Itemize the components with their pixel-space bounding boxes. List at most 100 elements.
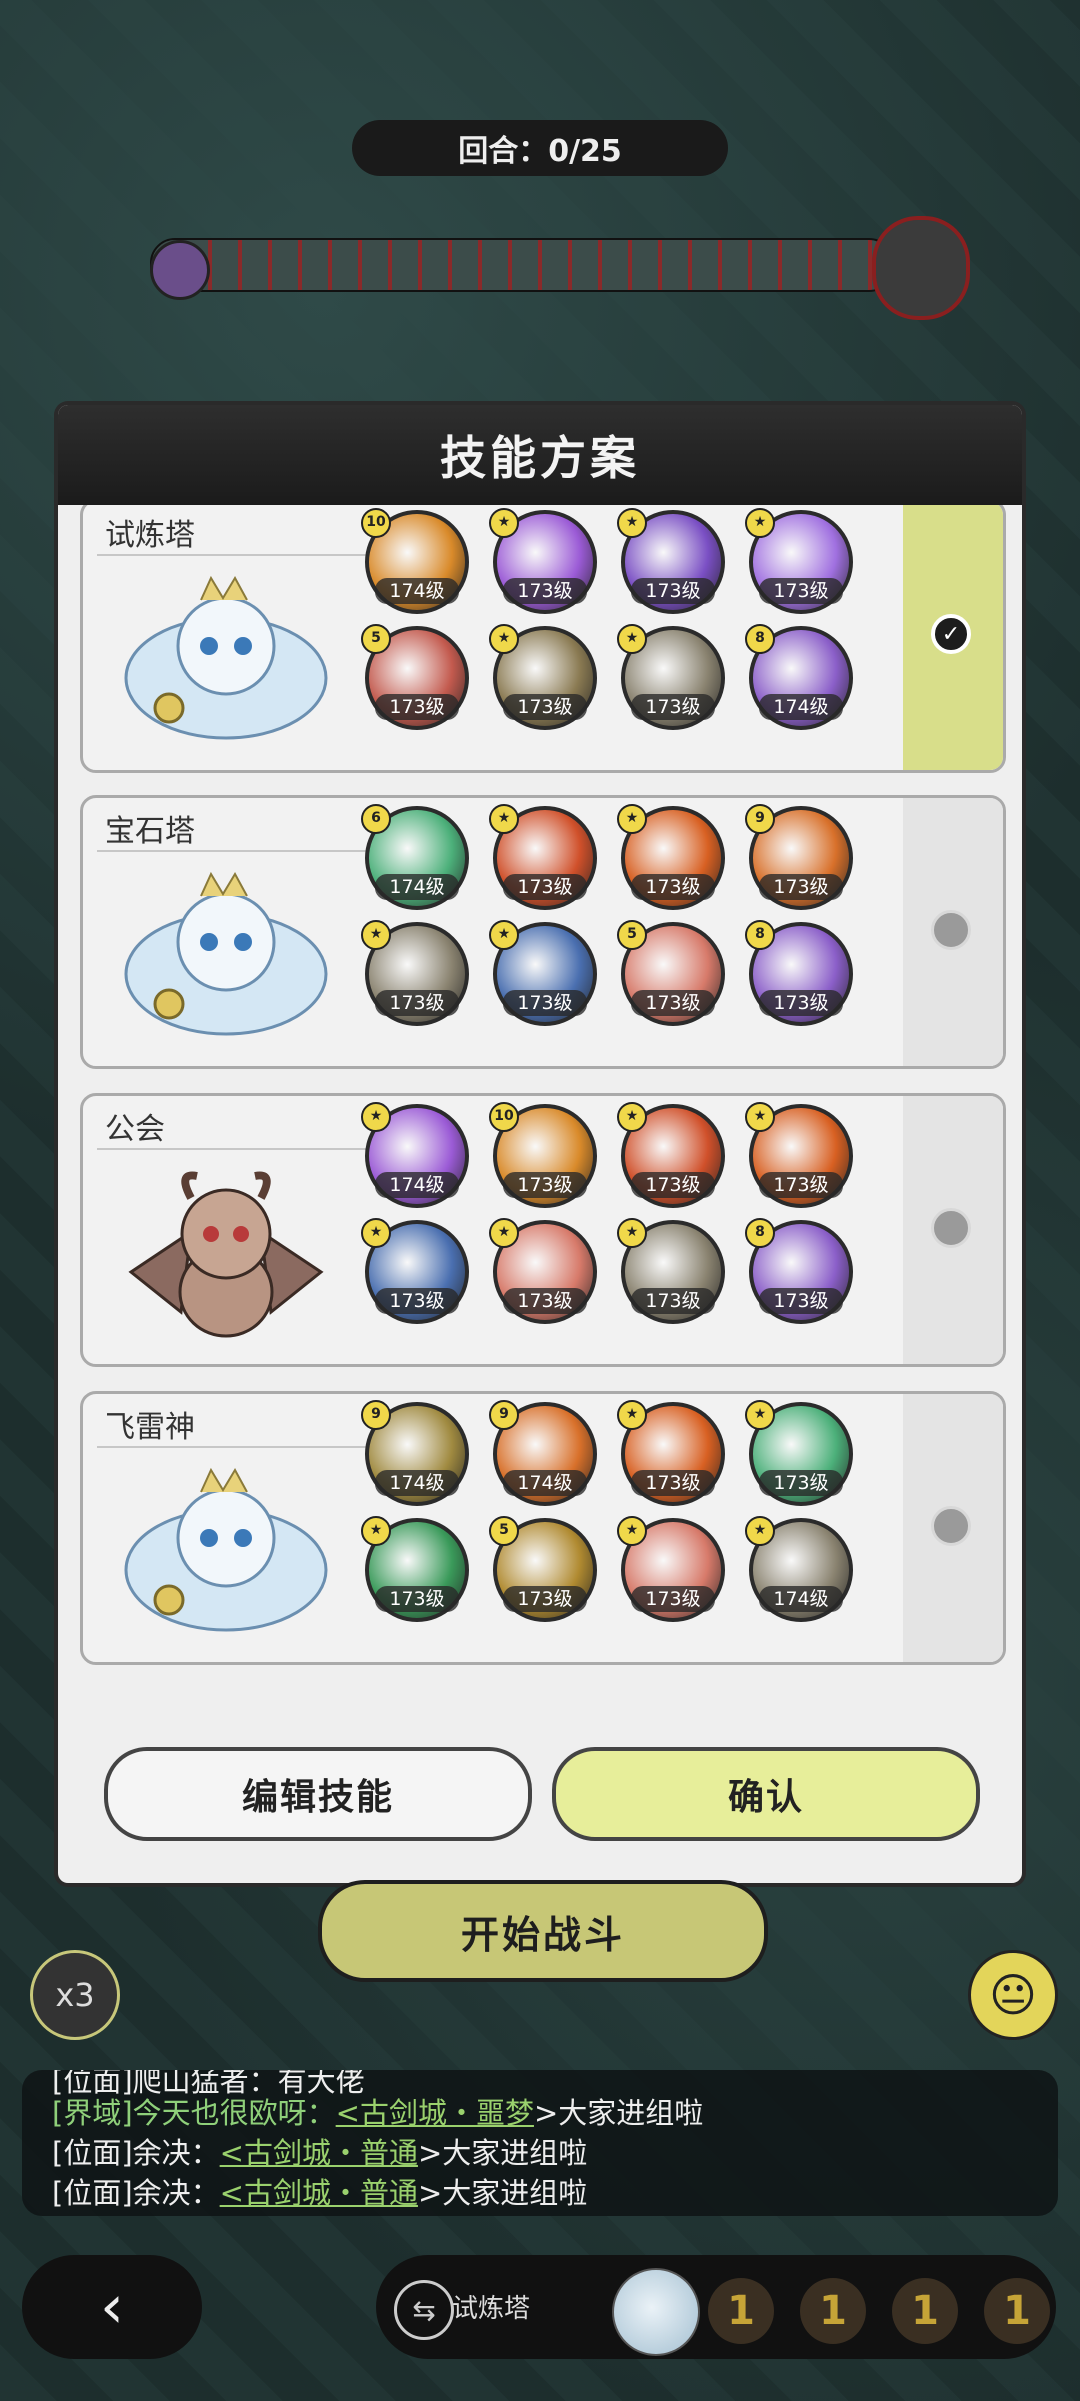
star-badge-icon: ★ bbox=[489, 508, 519, 538]
select-panel[interactable]: ✓ bbox=[903, 505, 1003, 770]
skill-icon[interactable]: 6 174级 bbox=[361, 804, 469, 910]
star-badge-icon: ★ bbox=[489, 624, 519, 654]
swap-icon[interactable]: ⇆ bbox=[394, 2280, 454, 2340]
skill-icon[interactable]: 8 173级 bbox=[745, 920, 853, 1026]
skill-level: 173级 bbox=[503, 578, 587, 604]
boss-icon bbox=[872, 216, 970, 320]
star-badge-icon: ★ bbox=[489, 804, 519, 834]
plan-card[interactable]: 宝石塔 6 174级 ★ 173级 ★ 173级 9 173级 ★ 173级 ★ 173级 5 173级 8… bbox=[80, 795, 1006, 1069]
start-battle-button[interactable]: 开始战斗 bbox=[318, 1880, 768, 1982]
skill-icon[interactable]: ★ 173级 bbox=[489, 804, 597, 910]
skill-icon[interactable]: 5 173级 bbox=[361, 624, 469, 730]
team-slot[interactable]: 1 bbox=[800, 2278, 866, 2344]
team-slot[interactable]: 1 bbox=[984, 2278, 1050, 2344]
skill-level: 173级 bbox=[503, 694, 587, 720]
radio-button[interactable] bbox=[931, 1506, 971, 1546]
skill-icon[interactable]: 5 173级 bbox=[617, 920, 725, 1026]
skill-icon[interactable]: 8 173级 bbox=[745, 1218, 853, 1324]
skill-icon[interactable]: 8 174级 bbox=[745, 624, 853, 730]
skill-icon[interactable]: ★ 173级 bbox=[617, 508, 725, 614]
skill-level: 173级 bbox=[631, 1586, 715, 1612]
skill-plan-dialog: 技能方案 试炼塔 ✓ 10 174级 ★ 173级 ★ 173级 ★ 173级 5 173级 ★ 17… bbox=[58, 405, 1022, 1883]
skill-icon[interactable]: ★ 173级 bbox=[745, 508, 853, 614]
skill-icon[interactable]: ★ 173级 bbox=[745, 1102, 853, 1208]
chat-line: [位面]余决：<古剑城・普通>大家进组啦 bbox=[52, 2176, 588, 2210]
skill-level: 173级 bbox=[503, 874, 587, 900]
plan-name: 宝石塔 bbox=[105, 814, 195, 849]
star-badge-icon: ★ bbox=[745, 1102, 775, 1132]
dungeon-link[interactable]: <古剑城・普通 bbox=[220, 2136, 418, 2170]
brown-dragon-avatar bbox=[128, 1171, 324, 1338]
white-dragon-avatar bbox=[124, 1467, 328, 1632]
skill-icon[interactable]: 5 173级 bbox=[489, 1516, 597, 1622]
star-badge-icon: ★ bbox=[489, 1218, 519, 1248]
skill-icon[interactable]: 10 173级 bbox=[489, 1102, 597, 1208]
skill-level: 174级 bbox=[503, 1470, 587, 1496]
skill-icon[interactable]: ★ 173级 bbox=[361, 1516, 469, 1622]
speed-button[interactable]: x3 bbox=[30, 1950, 120, 2040]
dungeon-link[interactable]: <古剑城・噩梦 bbox=[336, 2096, 534, 2130]
skill-icon[interactable]: ★ 173级 bbox=[489, 920, 597, 1026]
skill-icon[interactable]: ★ 173级 bbox=[617, 624, 725, 730]
skill-icon[interactable]: 10 174级 bbox=[361, 508, 469, 614]
skill-icon[interactable]: ★ 173级 bbox=[489, 624, 597, 730]
skill-icon[interactable]: ★ 174级 bbox=[361, 1102, 469, 1208]
team-slot[interactable]: 1 bbox=[708, 2278, 774, 2344]
dungeon-link[interactable]: <古剑城・普通 bbox=[220, 2176, 418, 2210]
confirm-button[interactable]: 确认 bbox=[552, 1747, 980, 1841]
skill-icon[interactable]: ★ 173级 bbox=[617, 1400, 725, 1506]
skill-icon[interactable]: ★ 173级 bbox=[617, 1102, 725, 1208]
round-counter: 回合：0/25 bbox=[352, 120, 728, 176]
skill-level: 174级 bbox=[375, 1172, 459, 1198]
star-badge-icon: 8 bbox=[745, 624, 775, 654]
back-arrow-icon[interactable]: ‹ bbox=[22, 2255, 202, 2359]
star-badge-icon: 9 bbox=[489, 1400, 519, 1430]
radio-button[interactable] bbox=[931, 910, 971, 950]
select-panel[interactable] bbox=[903, 1096, 1003, 1364]
star-badge-icon: ★ bbox=[745, 508, 775, 538]
skill-level: 173级 bbox=[631, 874, 715, 900]
skill-icon[interactable]: ★ 173级 bbox=[617, 1218, 725, 1324]
pet-avatar[interactable] bbox=[612, 2268, 700, 2356]
star-badge-icon: ★ bbox=[617, 1516, 647, 1546]
select-panel[interactable] bbox=[903, 1394, 1003, 1662]
skill-icon[interactable]: ★ 173级 bbox=[361, 920, 469, 1026]
skill-icon[interactable]: 9 173级 bbox=[745, 804, 853, 910]
skill-icon[interactable]: ★ 174级 bbox=[745, 1516, 853, 1622]
star-badge-icon: ★ bbox=[361, 1516, 391, 1546]
star-badge-icon: 8 bbox=[745, 920, 775, 950]
chat-panel[interactable]: [位面]爬山猛者：有大佬 [界域]今天也很欧呀：<古剑城・噩梦>大家进组啦 [位… bbox=[22, 2070, 1058, 2216]
skill-level: 174级 bbox=[759, 694, 843, 720]
skill-icon[interactable]: ★ 173级 bbox=[489, 1218, 597, 1324]
check-icon[interactable]: ✓ bbox=[931, 614, 971, 654]
skill-icon[interactable]: 9 174级 bbox=[489, 1400, 597, 1506]
white-dragon-avatar bbox=[124, 575, 328, 740]
select-panel[interactable] bbox=[903, 798, 1003, 1066]
radio-button[interactable] bbox=[931, 1208, 971, 1248]
skill-level: 173级 bbox=[759, 578, 843, 604]
star-badge-icon: ★ bbox=[361, 920, 391, 950]
team-slot[interactable]: 1 bbox=[892, 2278, 958, 2344]
skill-icon[interactable]: ★ 173级 bbox=[361, 1218, 469, 1324]
emoji-face-icon[interactable]: 😐 bbox=[968, 1950, 1058, 2040]
star-badge-icon: ★ bbox=[745, 1400, 775, 1430]
star-badge-icon: 8 bbox=[745, 1218, 775, 1248]
skill-icon[interactable]: ★ 173级 bbox=[617, 1516, 725, 1622]
chat-line: [界域]今天也很欧呀：<古剑城・噩梦>大家进组啦 bbox=[52, 2096, 704, 2130]
divider bbox=[97, 1148, 367, 1150]
plan-list[interactable]: 试炼塔 ✓ 10 174级 ★ 173级 ★ 173级 ★ 173级 5 173级 ★ 173级 ★ 17… bbox=[58, 505, 1022, 1810]
edit-skills-button[interactable]: 编辑技能 bbox=[104, 1747, 532, 1841]
star-badge-icon: ★ bbox=[617, 1218, 647, 1248]
current-plan-label: 试炼塔 bbox=[452, 2294, 531, 2324]
star-badge-icon: 5 bbox=[361, 624, 391, 654]
skill-icon[interactable]: ★ 173级 bbox=[617, 804, 725, 910]
plan-card[interactable]: 试炼塔 ✓ 10 174级 ★ 173级 ★ 173级 ★ 173级 5 173级 ★ 173级 ★ 17… bbox=[80, 505, 1006, 773]
plan-card[interactable]: 飞雷神 9 174级 9 174级 ★ 173级 ★ 173级 ★ 173级 5 173级 ★ 173级 ★… bbox=[80, 1391, 1006, 1665]
skill-icon[interactable]: 9 174级 bbox=[361, 1400, 469, 1506]
divider bbox=[97, 554, 367, 556]
skill-level: 173级 bbox=[503, 990, 587, 1016]
skill-icon[interactable]: ★ 173级 bbox=[489, 508, 597, 614]
plan-card[interactable]: 公会 ★ 174级 10 173级 ★ 173级 ★ 173级 ★ 173级 ★ 173级 ★ 173级 8… bbox=[80, 1093, 1006, 1367]
star-badge-icon: ★ bbox=[361, 1102, 391, 1132]
skill-icon[interactable]: ★ 173级 bbox=[745, 1400, 853, 1506]
